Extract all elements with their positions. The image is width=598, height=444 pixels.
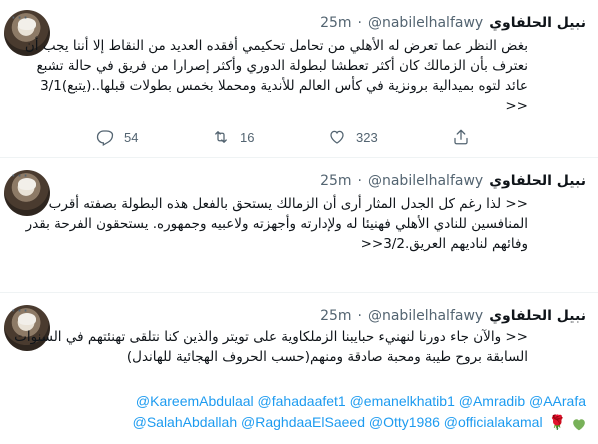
tweet[interactable]: ··· 25m · @nabilelhalfawy نبيل الحلفاوي …	[0, 293, 598, 444]
like-count: 323	[356, 129, 378, 145]
share-icon	[454, 129, 468, 145]
retweet-icon	[215, 131, 227, 143]
tweet-header: 25m · @nabilelhalfawy نبيل الحلفاوي	[320, 14, 586, 32]
user-handle[interactable]: @nabilelhalfawy	[368, 15, 483, 31]
more-options-icon[interactable]: ···	[10, 168, 30, 190]
separator-dot: ·	[357, 173, 362, 189]
separator-dot: ·	[357, 15, 362, 31]
tweet-time[interactable]: 25m	[320, 173, 351, 189]
reply-button[interactable]: 54	[96, 128, 138, 146]
retweet-count: 16	[240, 129, 255, 145]
like-button[interactable]: 323	[328, 128, 378, 146]
display-name[interactable]: نبيل الحلفاوي	[489, 308, 586, 324]
tweet-text: بغض النظر عما تعرض له الأهلي من تحامل تح…	[24, 38, 528, 114]
mentions-line: @SalahAbdallah @RaghdaaElSaeed @Otty1986…	[66, 412, 586, 433]
retweet-button[interactable]: 16	[212, 128, 254, 146]
mentions-block: @KareemAbdulaal @fahadaafet1 @emanelkhat…	[66, 391, 586, 433]
more-options-icon[interactable]: ···	[10, 303, 30, 325]
user-handle[interactable]: @nabilelhalfawy	[368, 173, 483, 189]
reply-icon	[96, 130, 114, 146]
display-name[interactable]: نبيل الحلفاوي	[489, 15, 586, 31]
user-handle[interactable]: @nabilelhalfawy	[368, 308, 483, 324]
tweet[interactable]: ··· 25m · @nabilelhalfawy نبيل الحلفاوي …	[0, 158, 598, 293]
share-button[interactable]	[452, 128, 470, 146]
separator-dot: ·	[357, 308, 362, 324]
tweet-time[interactable]: 25m	[320, 308, 351, 324]
tweet-header: 25m · @nabilelhalfawy نبيل الحلفاوي	[320, 307, 586, 325]
tweet-actions: 54 16 323	[96, 128, 596, 148]
mentions-line[interactable]: @KareemAbdulaal @fahadaafet1 @emanelkhat…	[66, 391, 586, 412]
reply-count: 54	[124, 129, 139, 145]
more-options-icon[interactable]: ···	[10, 10, 30, 32]
tweet-text: << لذا رغم كل الجدل المثار أرى أن الزمال…	[25, 196, 528, 252]
green-heart-icon	[572, 416, 586, 431]
rose-icon: 🌹	[548, 414, 566, 430]
tweet-header: 25m · @nabilelhalfawy نبيل الحلفاوي	[320, 172, 586, 190]
tweet-text: << والآن جاء دورنا لنهنيء حبايبنا الزملك…	[14, 329, 528, 365]
tweet-time[interactable]: 25m	[320, 15, 351, 31]
heart-icon	[330, 130, 344, 144]
display-name[interactable]: نبيل الحلفاوي	[489, 173, 586, 189]
mentions-line-text[interactable]: @SalahAbdallah @RaghdaaElSaeed @Otty1986…	[133, 412, 543, 433]
tweet[interactable]: ··· 25m · @nabilelhalfawy نبيل الحلفاوي …	[0, 0, 598, 158]
